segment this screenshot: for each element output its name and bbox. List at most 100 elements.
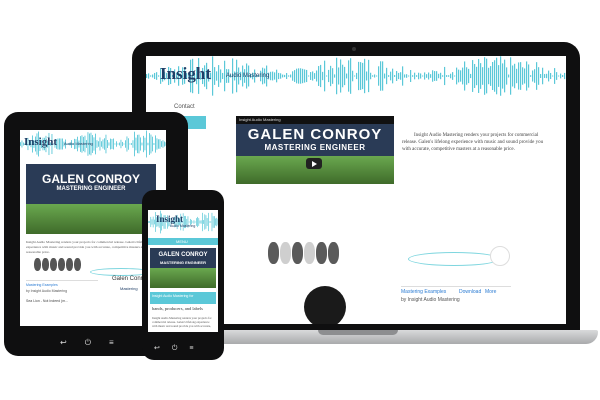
waveform-bar bbox=[146, 130, 147, 158]
back-icon[interactable]: ↩ bbox=[154, 345, 172, 352]
ring-decoration bbox=[408, 252, 500, 266]
client-thumbnails bbox=[268, 242, 350, 264]
waveform-bar bbox=[516, 68, 518, 84]
waveform-bar bbox=[211, 212, 213, 232]
waveform-bar bbox=[308, 75, 310, 77]
mastering-title-link[interactable]: Mastering Examples bbox=[26, 283, 58, 287]
power-icon[interactable]: ⏻ bbox=[172, 345, 190, 352]
waveform-bar bbox=[404, 74, 406, 78]
mastering-sub: by Insight Audio Mastering bbox=[401, 297, 460, 303]
menu-icon[interactable]: ≡ bbox=[109, 338, 132, 347]
thumbnail[interactable] bbox=[42, 258, 49, 271]
thumbnail[interactable] bbox=[58, 258, 65, 271]
menu-icon[interactable]: ≡ bbox=[189, 345, 205, 352]
thumbnail[interactable] bbox=[304, 242, 315, 264]
waveform-bar bbox=[310, 72, 312, 80]
waveform-bar bbox=[554, 68, 556, 84]
back-icon[interactable]: ↩ bbox=[60, 338, 85, 347]
waveform-bar bbox=[440, 72, 442, 80]
thumbnail[interactable] bbox=[280, 242, 291, 264]
waveform-bar bbox=[550, 72, 552, 80]
thumbnail[interactable] bbox=[268, 242, 279, 264]
waveform-bar bbox=[358, 61, 360, 91]
mastering-title-link[interactable]: Mastering Examples bbox=[401, 289, 446, 295]
waveform-bar bbox=[414, 72, 416, 80]
waveform-bar bbox=[528, 64, 530, 88]
waveform-bar bbox=[340, 59, 342, 93]
site-logo-sub: Audio Mastering bbox=[170, 224, 196, 228]
thumbnail[interactable] bbox=[328, 242, 339, 264]
waveform-bar bbox=[510, 57, 512, 95]
waveform-bar bbox=[502, 63, 504, 89]
waveform-bar bbox=[150, 75, 152, 77]
waveform-bar bbox=[137, 134, 138, 154]
waveform-bar bbox=[450, 73, 452, 79]
waveform-bar bbox=[380, 61, 382, 91]
waveform-bar bbox=[410, 69, 412, 83]
download-link[interactable]: Download bbox=[459, 289, 481, 295]
waveform-bar bbox=[478, 59, 480, 93]
intro-paragraph: Insight Audio Mastering renders your pro… bbox=[152, 316, 212, 328]
thumbnail[interactable] bbox=[292, 242, 303, 264]
waveform-bar bbox=[512, 65, 514, 87]
waveform-bar bbox=[214, 216, 215, 228]
waveform-bar bbox=[203, 220, 204, 224]
play-icon[interactable] bbox=[306, 158, 322, 169]
power-icon[interactable]: ⏻ bbox=[85, 338, 109, 347]
waveform-bar bbox=[540, 74, 542, 78]
waveform-bar bbox=[146, 74, 148, 78]
thumbnail[interactable] bbox=[34, 258, 41, 271]
waveform-bar bbox=[326, 75, 328, 77]
waveform-bar bbox=[418, 72, 420, 80]
more-link[interactable]: More bbox=[485, 289, 496, 295]
waveform-bar bbox=[105, 134, 107, 154]
site-logo-sub: Audio Mastering bbox=[226, 73, 270, 79]
waveform-bar bbox=[372, 75, 374, 77]
thumbnail[interactable] bbox=[66, 258, 73, 271]
waveform-bar bbox=[464, 61, 466, 91]
waveform-bar bbox=[148, 221, 149, 223]
waveform-bar bbox=[556, 72, 558, 80]
waveform-bar bbox=[398, 72, 400, 80]
waveform-bar bbox=[322, 71, 324, 81]
thumbnail[interactable] bbox=[74, 258, 81, 271]
waveform-bar bbox=[548, 70, 550, 82]
laptop-camera bbox=[352, 47, 356, 51]
waveform-bar bbox=[294, 70, 296, 82]
site-logo[interactable]: Insight bbox=[24, 136, 57, 148]
circle-button[interactable] bbox=[490, 246, 510, 266]
waveform-bar bbox=[376, 75, 378, 77]
video-player[interactable]: GALEN CONROY MASTERING ENGINEER bbox=[150, 248, 216, 288]
waveform-bar bbox=[378, 66, 380, 86]
waveform-bar bbox=[101, 141, 102, 147]
video-player[interactable]: GALEN CONROY MASTERING ENGINEER bbox=[26, 164, 156, 234]
waveform-bar bbox=[194, 221, 196, 223]
thumbnail[interactable] bbox=[50, 258, 57, 271]
site-logo[interactable]: Insight bbox=[160, 64, 211, 84]
waveform-bar bbox=[111, 139, 113, 149]
waveform-bar bbox=[496, 57, 498, 95]
site-logo[interactable]: Insight bbox=[156, 214, 183, 224]
track-item[interactable]: Sea Lion - Not Indeed (m... bbox=[26, 299, 68, 303]
waveform-bar bbox=[560, 73, 562, 79]
waveform-bar bbox=[290, 74, 292, 78]
nav-contact[interactable]: Contact bbox=[174, 104, 195, 110]
waveform-bar bbox=[107, 140, 108, 148]
waveform-bar bbox=[216, 217, 218, 227]
waveform-bar bbox=[394, 75, 396, 77]
waveform-bar bbox=[388, 75, 390, 77]
waveform-bar bbox=[336, 57, 338, 95]
waveform-bar bbox=[152, 136, 153, 152]
video-subtitle: MASTERING ENGINEER bbox=[56, 186, 126, 192]
waveform-bar bbox=[454, 75, 456, 77]
waveform-bar bbox=[113, 138, 114, 150]
waveform-bar bbox=[320, 64, 322, 88]
waveform-bar bbox=[484, 57, 486, 95]
waveform-bar bbox=[116, 141, 117, 147]
thumbnail[interactable] bbox=[316, 242, 327, 264]
video-player[interactable]: Insight Audio Mastering GALEN CONROY MAS… bbox=[236, 116, 394, 184]
waveform-bar bbox=[188, 221, 190, 223]
waveform-bar bbox=[200, 220, 202, 224]
waveform-bar bbox=[316, 70, 318, 82]
waveform-bar bbox=[328, 69, 330, 83]
